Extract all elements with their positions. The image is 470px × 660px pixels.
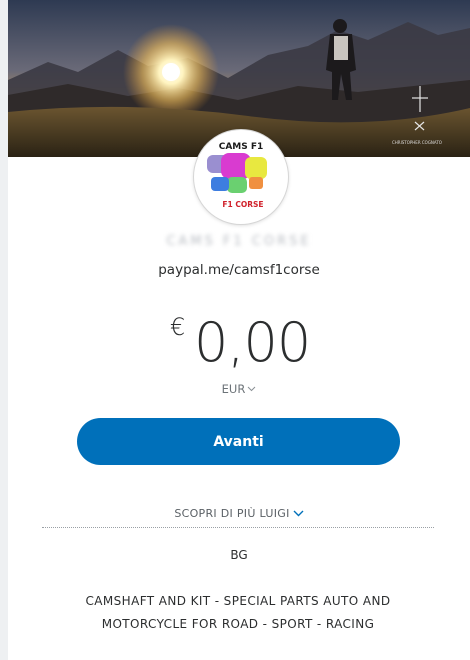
- amount-input[interactable]: 0,00: [194, 311, 311, 374]
- amount-display[interactable]: € 0,00: [8, 305, 470, 381]
- chevron-down-icon: [293, 507, 304, 520]
- learn-more-toggle[interactable]: SCOPRI DI PIÙ LUIGI: [8, 507, 470, 520]
- divider: [42, 527, 434, 528]
- currency-symbol: €: [170, 313, 186, 341]
- paypal-me-link: paypal.me/camsf1corse: [158, 262, 320, 278]
- chevron-down-icon: [247, 381, 256, 395]
- profile-card: CHRISTOPHER COGNATO CAMS F1 F1 CORSE CAM…: [8, 0, 470, 660]
- currency-code: EUR: [221, 382, 246, 396]
- learn-more-label: SCOPRI DI PIÙ LUIGI: [174, 507, 290, 520]
- business-logo: CAMS F1 F1 CORSE: [194, 130, 288, 224]
- svg-text:CAMS F1: CAMS F1: [219, 142, 264, 152]
- business-code: BG: [230, 548, 248, 562]
- svg-text:F1 CORSE: F1 CORSE: [222, 200, 263, 209]
- next-button[interactable]: Avanti: [77, 418, 400, 465]
- profile-name: CAMS F1 CORSE: [166, 234, 312, 249]
- currency-selector[interactable]: EUR: [8, 381, 470, 396]
- photo-credit: CHRISTOPHER COGNATO: [392, 140, 442, 145]
- business-description: CAMSHAFT AND KIT - SPECIAL PARTS AUTO AN…: [85, 594, 391, 631]
